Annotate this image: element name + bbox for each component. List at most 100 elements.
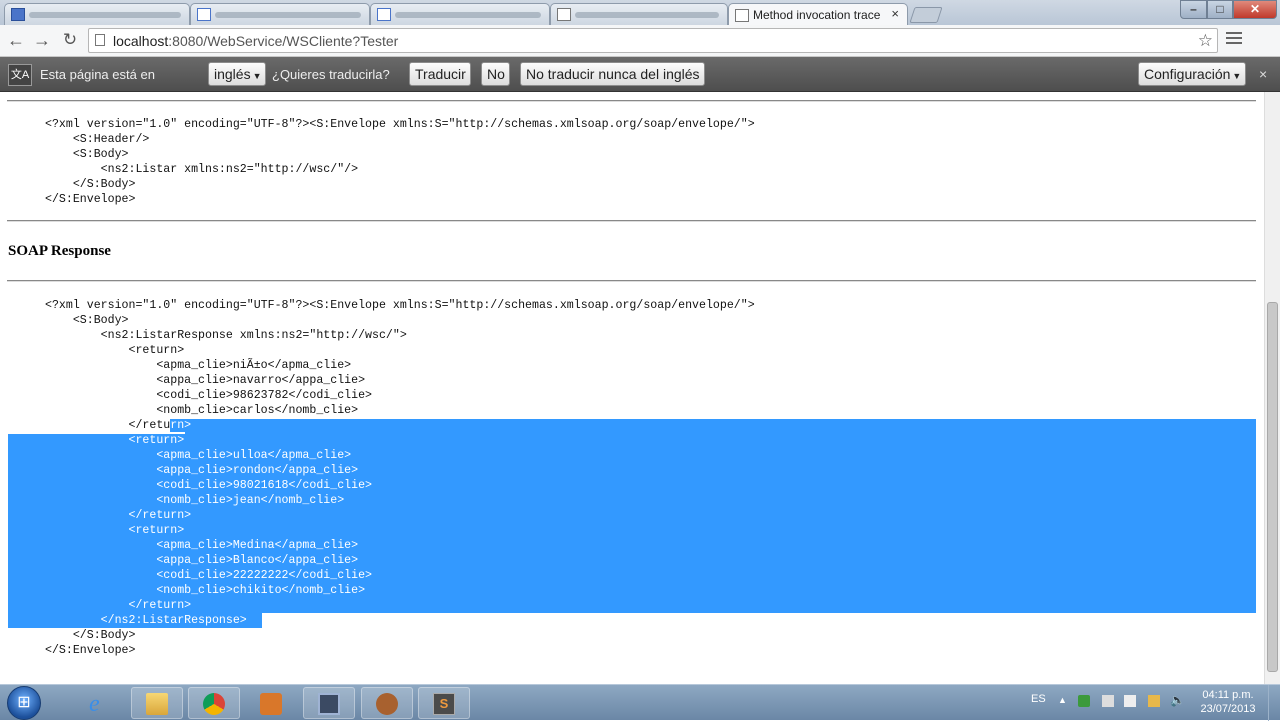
start-button[interactable]: ⊞ [7, 686, 41, 720]
xml-line: </return> [45, 509, 192, 522]
close-infobar-icon[interactable]: × [1259, 66, 1267, 82]
tab-title-placeholder [29, 12, 181, 18]
media-player-icon [260, 693, 282, 715]
translate-settings-button[interactable]: Configuración ▼ [1138, 62, 1246, 86]
translate-infobar: 文A Esta página está en inglés ▼ ¿Quieres … [0, 57, 1280, 92]
clock-time: 04:11 p.m. [1202, 689, 1254, 701]
xml-line: </return> [45, 419, 192, 432]
show-desktop-button[interactable] [1268, 685, 1280, 721]
action-center-icon[interactable] [1124, 695, 1136, 707]
url-path: :8080/WebService/WSCliente?Tester [168, 33, 399, 49]
scrollbar-thumb[interactable] [1267, 302, 1278, 672]
xml-line: <S:Header/> [45, 133, 150, 146]
xml-line: <codi_clie>98623782</codi_clie> [45, 389, 372, 402]
system-clock[interactable]: 04:11 p.m. 23/07/2013 [1193, 688, 1263, 716]
xml-line: </return> [45, 599, 192, 612]
tab-4[interactable] [550, 3, 728, 25]
divider [7, 100, 1256, 102]
back-arrow-icon[interactable]: ← [6, 31, 26, 49]
xml-line: <?xml version="1.0" encoding="UTF-8"?><S… [45, 118, 755, 131]
xml-line: <appa_clie>navarro</appa_clie> [45, 374, 366, 387]
page-content: <?xml version="1.0" encoding="UTF-8"?><S… [0, 92, 1264, 684]
divider [7, 280, 1256, 282]
search-favicon-icon [377, 8, 391, 21]
xml-line: <S:Body> [45, 314, 129, 327]
tab-3[interactable] [370, 3, 550, 25]
taskbar-sublime[interactable]: S [418, 687, 470, 719]
xml-line: <S:Body> [45, 148, 129, 161]
xml-line: <codi_clie>22222222</codi_clie> [45, 569, 372, 582]
tab-strip: Method invocation trace × – □ ✕ [0, 0, 1280, 26]
internet-explorer-icon: e [89, 691, 100, 717]
close-tab-icon[interactable]: × [891, 6, 899, 21]
no-translate-button[interactable]: No [481, 62, 510, 86]
url-text[interactable]: localhost:8080/WebService/WSCliente?Test… [113, 33, 398, 49]
xml-line: <ns2:Listar xmlns:ns2="http://wsc/"/> [45, 163, 359, 176]
glove-icon [376, 693, 398, 715]
taskbar-chrome[interactable] [188, 687, 240, 719]
minimize-button[interactable]: – [1180, 0, 1207, 19]
translate-message: Esta página está en [40, 67, 155, 82]
xml-line: <ns2:ListarResponse xmlns:ns2="http://ws… [45, 329, 407, 342]
maximize-button[interactable]: □ [1207, 0, 1233, 19]
clock-date: 23/07/2013 [1200, 703, 1256, 715]
new-tab-button[interactable] [909, 7, 943, 23]
tab-method-invocation-trace[interactable]: Method invocation trace × [728, 3, 908, 26]
xml-line: <codi_clie>98021618</codi_clie> [45, 479, 372, 492]
forward-arrow-icon[interactable]: → [32, 31, 52, 49]
divider [7, 220, 1256, 222]
reload-icon[interactable]: ↻ [60, 31, 80, 49]
document-favicon-icon [557, 8, 571, 21]
translate-icon: 文A [8, 64, 32, 86]
tab-1[interactable] [4, 3, 190, 25]
input-language[interactable]: ES [1031, 693, 1046, 705]
search-favicon-icon [197, 8, 211, 21]
tray-app-icon[interactable] [1078, 695, 1090, 707]
show-hidden-icons-icon[interactable]: ▲ [1058, 695, 1070, 707]
network-icon[interactable] [1102, 695, 1114, 707]
taskbar-virtualbox[interactable] [303, 687, 355, 719]
xml-line: </S:Envelope> [45, 193, 136, 206]
taskbar-explorer[interactable] [131, 687, 183, 719]
dropdown-caret-icon: ▼ [1232, 71, 1242, 81]
url-host: localhost [113, 33, 169, 49]
taskbar-ie[interactable]: e [74, 687, 126, 719]
vertical-scrollbar[interactable] [1264, 92, 1280, 684]
bookmark-star-icon[interactable]: ☆ [1198, 31, 1213, 51]
soap-response-heading: SOAP Response [8, 243, 111, 259]
chrome-icon [203, 693, 225, 715]
xml-line: <appa_clie>Blanco</appa_clie> [45, 554, 359, 567]
volume-icon[interactable]: 🔈 [1170, 693, 1185, 707]
xml-line: </S:Body> [45, 629, 136, 642]
translate-question: ¿Quieres traducirla? [272, 67, 390, 82]
window-close-button[interactable]: ✕ [1233, 0, 1277, 19]
menu-icon[interactable] [1226, 32, 1242, 46]
xml-line: </S:Envelope> [45, 644, 136, 657]
xml-line: <nomb_clie>jean</nomb_clie> [45, 494, 345, 507]
page-icon [95, 34, 105, 46]
xml-line: <apma_clie>ulloa</apma_clie> [45, 449, 352, 462]
language-dropdown[interactable]: inglés ▼ [208, 62, 266, 86]
tab-title-placeholder [215, 12, 361, 18]
tab-2[interactable] [190, 3, 370, 25]
document-favicon-icon [735, 9, 749, 22]
virtualbox-icon [318, 693, 340, 715]
folder-icon [146, 693, 168, 715]
tab-title-placeholder [575, 12, 719, 18]
taskbar-app[interactable] [361, 687, 413, 719]
address-bar[interactable]: localhost:8080/WebService/WSCliente?Test… [88, 28, 1218, 53]
language-label: inglés [214, 66, 251, 82]
dropdown-caret-icon: ▼ [252, 71, 262, 81]
browser-toolbar: ← → ↻ localhost:8080/WebService/WSClient… [0, 25, 1280, 57]
taskbar-media[interactable] [245, 687, 297, 719]
xml-line: <apma_clie>niÃ±o</apma_clie> [45, 359, 352, 372]
never-translate-button[interactable]: No traducir nunca del inglés [520, 62, 705, 86]
soap-request-xml: <?xml version="1.0" encoding="UTF-8"?><S… [45, 117, 755, 207]
xml-line: <nomb_clie>carlos</nomb_clie> [45, 404, 359, 417]
site-favicon-icon [11, 8, 25, 21]
signal-icon[interactable] [1148, 695, 1160, 707]
xml-line: <appa_clie>rondon</appa_clie> [45, 464, 359, 477]
translate-button[interactable]: Traducir [409, 62, 471, 86]
xml-line: <nomb_clie>chikito</nomb_clie> [45, 584, 366, 597]
xml-line: </ns2:ListarResponse> [45, 614, 247, 627]
